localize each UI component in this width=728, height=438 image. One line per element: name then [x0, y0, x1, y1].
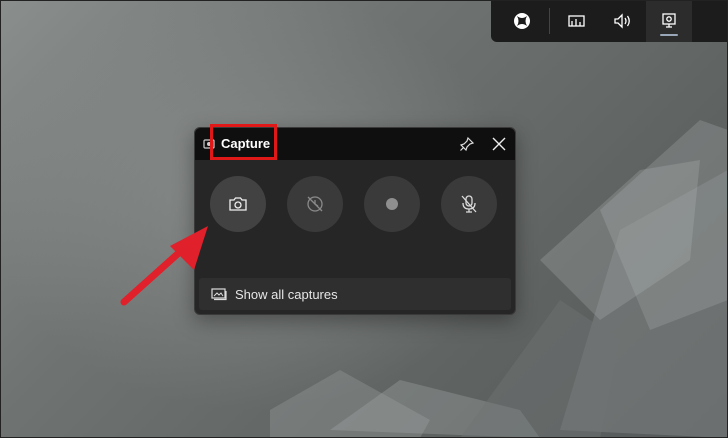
- record-last-30s-button[interactable]: [287, 176, 343, 232]
- widget-header[interactable]: Capture: [195, 128, 515, 160]
- capture-button[interactable]: [646, 0, 692, 42]
- pin-icon[interactable]: [459, 136, 475, 152]
- audio-button[interactable]: [600, 0, 646, 42]
- capture-icon: [662, 13, 676, 28]
- xbox-button[interactable]: [499, 0, 545, 42]
- show-all-captures-label: Show all captures: [235, 286, 338, 302]
- game-bar-divider: [549, 8, 550, 34]
- capture-widget: Capture Show all captures: [194, 127, 516, 315]
- screenshot-button[interactable]: [210, 176, 266, 232]
- performance-icon: [568, 15, 585, 27]
- camera-icon: [229, 197, 247, 211]
- capture-widget-icon: [203, 139, 215, 149]
- performance-button[interactable]: [554, 0, 600, 42]
- mic-off-icon: [461, 195, 477, 213]
- annotation-arrow: [120, 226, 208, 306]
- record-last-icon: [307, 196, 323, 212]
- game-bar: [491, 0, 728, 42]
- capture-buttons: [195, 176, 515, 232]
- start-recording-button[interactable]: [364, 176, 420, 232]
- widget-title: Capture: [221, 136, 271, 151]
- close-icon[interactable]: [491, 136, 507, 152]
- xbox-icon: [514, 13, 530, 29]
- record-icon: [386, 198, 398, 210]
- show-all-captures-link[interactable]: Show all captures: [199, 278, 511, 310]
- audio-icon: [614, 13, 630, 29]
- microphone-toggle-button[interactable]: [441, 176, 497, 232]
